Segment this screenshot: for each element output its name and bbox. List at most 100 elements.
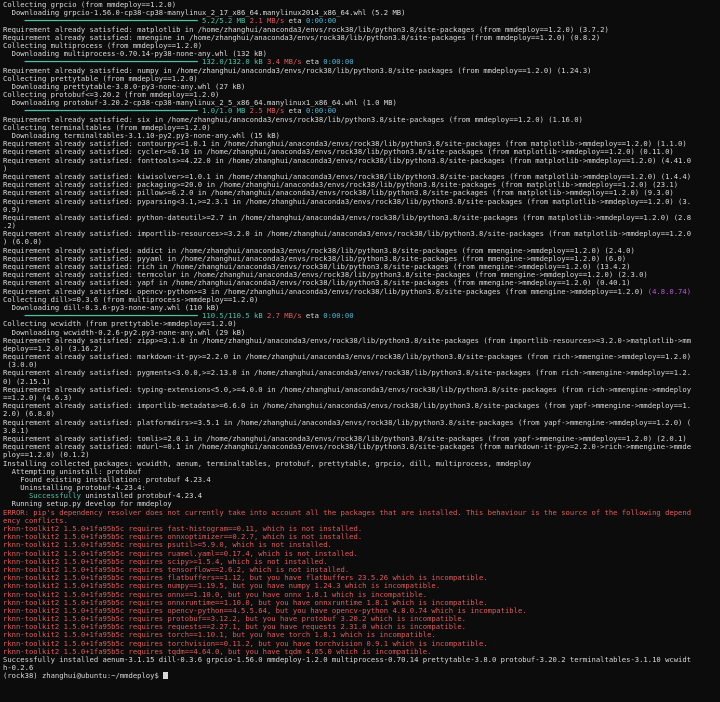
terminal-text: Requirement already satisfied: six in /h… (3, 115, 583, 124)
terminal-line: Requirement already satisfied: pyparsing… (3, 198, 717, 206)
terminal-text: 2.5 MB/s (245, 107, 285, 116)
terminal-line: Collecting dill>=0.3.6 (from multiproces… (3, 296, 717, 304)
terminal-text: Requirement already satisfied: contourpy… (3, 140, 687, 149)
terminal-line: Collecting grpcio (from mmdeploy==1.2.0) (3, 1, 717, 9)
terminal-line: ==1.2.0) (4.6.3) (3, 394, 717, 402)
terminal-text: Requirement already satisfied: mdurl~=0.… (3, 443, 692, 452)
terminal-line: Uninstalling protobuf-4.23.4: (3, 484, 717, 492)
terminal-text: rknn-toolkit2 1.5.0+1fa95b5c requires tq… (3, 647, 432, 656)
terminal-text: Downloading multiprocess-0.70.14-py38-no… (3, 50, 267, 59)
terminal-text: Collecting terminaltables (from mmdeploy… (3, 123, 211, 132)
terminal-text: Requirement already satisfied: addict in… (3, 246, 635, 255)
terminal-line: rknn-toolkit2 1.5.0+1fa95b5c requires pr… (3, 615, 717, 623)
terminal-text: Requirement already satisfied: kiwisolve… (3, 172, 692, 181)
terminal-text: 5.2/5.2 MB (197, 17, 246, 26)
terminal-text: Collecting grpcio (from mmdeploy==1.2.0) (3, 1, 177, 9)
terminal-line: Requirement already satisfied: rich in /… (3, 263, 717, 271)
terminal-text: rknn-toolkit2 1.5.0+1fa95b5c requires fa… (3, 525, 363, 533)
terminal-text: (4.8.0.74) (647, 287, 692, 296)
terminal-line: Requirement already satisfied: pyyaml in… (3, 255, 717, 263)
terminal-text: ) (3, 164, 8, 173)
terminal-line: Requirement already satisfied: contourpy… (3, 140, 717, 148)
terminal-text: Requirement already satisfied: python-da… (3, 213, 692, 222)
terminal-text: Collecting multiprocess (from mmdeploy==… (3, 41, 203, 50)
terminal-text: rknn-toolkit2 1.5.0+1fa95b5c requires to… (3, 639, 488, 648)
terminal-text: Requirement already satisfied: pyyaml in… (3, 254, 627, 263)
terminal-window[interactable]: Collecting grpcio (from mmdeploy==1.2.0)… (0, 0, 720, 702)
terminal-text: 2.7 MB/s (262, 312, 302, 321)
terminal-line: Requirement already satisfied: addict in… (3, 247, 717, 255)
terminal-line: ) (3, 165, 717, 173)
terminal-text: 0:00:00 (305, 107, 337, 116)
terminal-text: Requirement already satisfied: typing-ex… (3, 385, 692, 394)
terminal-text: 132.0/132.0 kB (197, 58, 263, 67)
terminal-line: deploy==1.2.0) (3.16.2) (3, 345, 717, 353)
shell-prompt-line[interactable]: (rock38) zhanghui@ubuntu:~/mmdeploy$ (3, 672, 717, 680)
terminal-text: Downloading prettytable-3.8.0-py3-none-a… (3, 82, 246, 91)
terminal-line: Requirement already satisfied: matplotli… (3, 26, 717, 34)
terminal-text: Downloading wcwidth-0.2.6-py2.py3-none-a… (3, 328, 246, 337)
terminal-line: rknn-toolkit2 1.5.0+1fa95b5c requires on… (3, 599, 717, 607)
terminal-line: Downloading terminaltables-3.1.10-py2.py… (3, 132, 717, 140)
terminal-text: ━━━━━━━━━━━━━━━━━━━━━━━━━━━━━━━━━━━━━━━━ (24, 312, 198, 321)
terminal-text: Collecting wcwidth (from prettytable->mm… (3, 320, 237, 329)
terminal-line: Requirement already satisfied: importlib… (3, 402, 717, 410)
terminal-line: Requirement already satisfied: opencv-py… (3, 288, 717, 296)
terminal-text: (rock38) zhanghui@ubuntu:~/mmdeploy$ (3, 672, 164, 681)
terminal-text: Requirement already satisfied: platformd… (3, 418, 692, 427)
terminal-text: Requirement already satisfied: yapf in /… (3, 279, 631, 288)
terminal-text: ploy==1.2.0) (0.1.2) (3, 451, 90, 460)
terminal-line: Downloading grpcio-1.56.0-cp38-cp38-many… (3, 9, 717, 17)
terminal-line: Requirement already satisfied: mdurl~=0.… (3, 443, 717, 451)
terminal-text: Downloading protobuf-3.20.2-cp38-cp38-ma… (3, 99, 397, 108)
terminal-line: Requirement already satisfied: fonttools… (3, 157, 717, 165)
terminal-text: ERROR: pip's dependency resolver does no… (3, 508, 692, 517)
terminal-text: Requirement already satisfied: opencv-py… (3, 287, 648, 296)
terminal-text: ━━━━━━━━━━━━━━━━━━━━━━━━━━━━━━━━━━━━━━━━ (24, 107, 198, 116)
terminal-text: rknn-toolkit2 1.5.0+1fa95b5c requires on… (3, 598, 488, 607)
terminal-text: rknn-toolkit2 1.5.0+1fa95b5c requires to… (3, 631, 436, 640)
terminal-text: Found existing installation: protobuf 4.… (3, 475, 211, 484)
terminal-line: 0) (2.15.1) (3, 378, 717, 386)
terminal-text: Requirement already satisfied: markdown-… (3, 353, 692, 362)
terminal-line: rknn-toolkit2 1.5.0+1fa95b5c requires te… (3, 566, 717, 574)
terminal-text: ==1.2.0) (4.6.3) (3, 394, 73, 402)
terminal-text: rknn-toolkit2 1.5.0+1fa95b5c requires ps… (3, 541, 332, 550)
terminal-text: 3.8.1) (3, 426, 29, 435)
terminal-text: rknn-toolkit2 1.5.0+1fa95b5c requires fl… (3, 574, 488, 583)
terminal-line: rknn-toolkit2 1.5.0+1fa95b5c requires on… (3, 533, 717, 541)
terminal-line: Requirement already satisfied: python-da… (3, 214, 717, 222)
terminal-line: Requirement already satisfied: kiwisolve… (3, 173, 717, 181)
terminal-text: h-0.2.6 (3, 664, 34, 673)
terminal-line: rknn-toolkit2 1.5.0+1fa95b5c requires op… (3, 607, 717, 615)
terminal-text: rknn-toolkit2 1.5.0+1fa95b5c requires op… (3, 606, 527, 615)
terminal-text: Requirement already satisfied: rich in /… (3, 263, 631, 271)
terminal-text: Requirement already satisfied: tomli>=2.… (3, 434, 687, 443)
terminal-line: ━━━━━━━━━━━━━━━━━━━━━━━━━━━━━━━━━━━━━━━━… (3, 107, 717, 115)
terminal-text: Uninstalling protobuf-4.23.4: (3, 484, 146, 493)
terminal-line: Requirement already satisfied: pygments<… (3, 369, 717, 377)
terminal-text: deploy==1.2.0) (3.16.2) (3, 344, 103, 353)
terminal-line: rknn-toolkit2 1.5.0+1fa95b5c requires to… (3, 640, 717, 648)
terminal-line: Successfully installed aenum-3.1.15 dill… (3, 656, 717, 664)
terminal-text: Requirement already satisfied: termcolor… (3, 271, 648, 280)
terminal-text: Requirement already satisfied: importlib… (3, 402, 692, 411)
terminal-text: Requirement already satisfied: fonttools… (3, 156, 692, 165)
terminal-line: rknn-toolkit2 1.5.0+1fa95b5c requires ps… (3, 541, 717, 549)
terminal-line: ) (6.0.0) (3, 238, 717, 246)
terminal-line: rknn-toolkit2 1.5.0+1fa95b5c requires sc… (3, 558, 717, 566)
terminal-line: 2.0) (6.8.0) (3, 410, 717, 418)
terminal-line: Installing collected packages: wcwidth, … (3, 460, 717, 468)
terminal-line: rknn-toolkit2 1.5.0+1fa95b5c requires tq… (3, 648, 717, 656)
terminal-line: rknn-toolkit2 1.5.0+1fa95b5c requires to… (3, 631, 717, 639)
terminal-line: Attempting uninstall: protobuf (3, 468, 717, 476)
terminal-text: 2.0) (6.8.0) (3, 410, 55, 419)
terminal-text: uninstalled protobuf-4.23.4 (80, 492, 203, 501)
terminal-text: rknn-toolkit2 1.5.0+1fa95b5c requires re… (3, 623, 467, 632)
terminal-line: Collecting multiprocess (from mmdeploy==… (3, 42, 717, 50)
terminal-line: (3.0.0) (3, 361, 717, 369)
terminal-line: Collecting terminaltables (from mmdeploy… (3, 124, 717, 132)
